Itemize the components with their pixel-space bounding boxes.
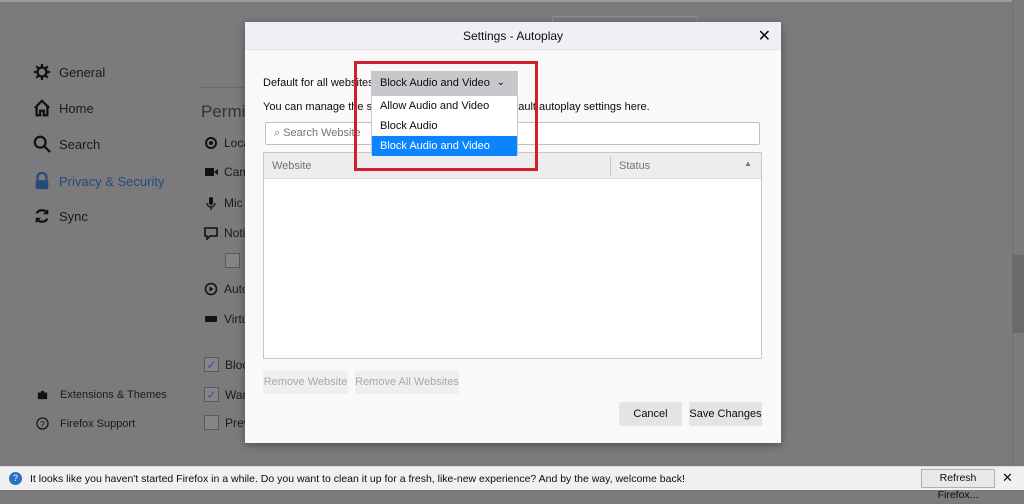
search-icon: ⌕ xyxy=(274,127,284,139)
perm-camera: Cam xyxy=(204,165,249,179)
location-icon xyxy=(205,137,217,149)
sidebar-item-sync[interactable]: Sync xyxy=(33,207,88,225)
perm-notifications: Noti xyxy=(204,226,245,240)
autoplay-icon xyxy=(204,282,218,296)
check-block[interactable]: ✓ Bloc xyxy=(204,357,248,372)
home-icon xyxy=(34,99,50,117)
svg-text:?: ? xyxy=(40,419,45,429)
notification-bar: ? It looks like you haven't started Fire… xyxy=(0,466,1024,501)
check-warn[interactable]: ✓ War xyxy=(204,387,247,402)
sort-up-icon: ▲ xyxy=(744,159,752,168)
remove-all-websites-button[interactable]: Remove All Websites xyxy=(355,371,459,394)
checkbox-checked[interactable]: ✓ xyxy=(204,387,219,402)
sidebar-item-privacy-security[interactable]: Privacy & Security xyxy=(33,172,164,190)
column-divider xyxy=(610,156,611,176)
close-icon[interactable]: ✕ xyxy=(1002,470,1013,486)
perm-autoplay: Auto xyxy=(204,282,249,296)
column-website[interactable]: Website xyxy=(272,160,312,172)
scrollbar[interactable] xyxy=(1012,0,1024,466)
checkbox[interactable] xyxy=(204,415,219,430)
search-icon xyxy=(33,135,51,153)
close-icon[interactable]: ✕ xyxy=(758,26,771,46)
perm-location: Loca xyxy=(204,136,250,150)
vr-icon xyxy=(205,316,217,322)
perm-virtual-reality: Virtu xyxy=(204,312,248,326)
save-changes-button[interactable]: Save Changes xyxy=(689,402,762,426)
lock-icon xyxy=(35,172,49,190)
sidebar-item-search[interactable]: Search xyxy=(33,135,100,153)
notification-text: It looks like you haven't started Firefo… xyxy=(30,473,685,485)
refresh-firefox-button[interactable]: Refresh Firefox... xyxy=(921,469,995,501)
section-divider xyxy=(200,87,245,88)
sidebar-extensions-themes[interactable]: Extensions & Themes xyxy=(36,388,167,401)
top-border xyxy=(0,0,1012,2)
microphone-icon xyxy=(206,197,216,210)
gear-icon xyxy=(33,63,51,81)
scrollbar-thumb[interactable] xyxy=(1013,255,1024,333)
checkbox-checked[interactable]: ✓ xyxy=(204,357,219,372)
dialog-title: Settings - Autoplay xyxy=(245,22,781,50)
checkbox[interactable] xyxy=(225,253,240,268)
highlight-box xyxy=(354,61,538,171)
sidebar-item-home[interactable]: Home xyxy=(33,99,94,117)
sidebar-item-general[interactable]: General xyxy=(33,63,105,81)
column-status[interactable]: Status xyxy=(619,160,650,172)
check-prevent[interactable]: Prev xyxy=(204,415,250,430)
notification-icon xyxy=(204,227,218,240)
remove-website-button[interactable]: Remove Website xyxy=(263,371,348,394)
camera-icon xyxy=(205,168,218,176)
puzzle-icon xyxy=(37,390,48,400)
sync-icon xyxy=(35,208,49,224)
websites-table: Website Status ▲ xyxy=(263,152,762,359)
perm-microphone: Mic xyxy=(204,196,243,210)
sidebar-firefox-support[interactable]: ? Firefox Support xyxy=(36,417,135,430)
cancel-button[interactable]: Cancel xyxy=(619,402,682,426)
info-icon: ? xyxy=(9,472,22,485)
help-icon: ? xyxy=(36,417,49,430)
